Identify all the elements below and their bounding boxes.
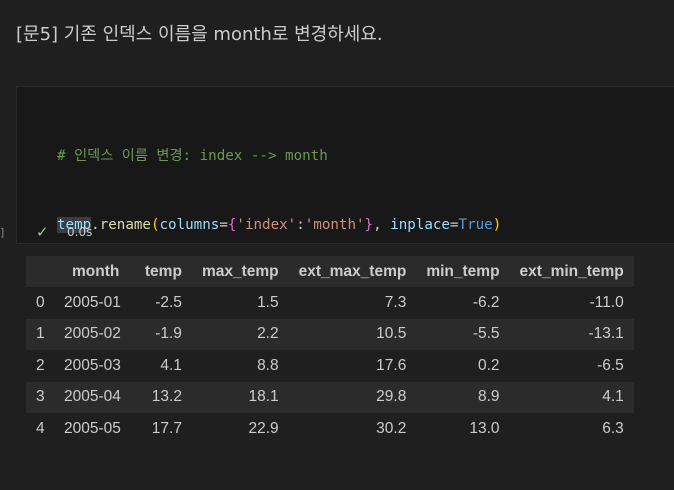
row-index: 2 <box>36 356 45 374</box>
table-cell-month: 2005-04 <box>64 388 121 406</box>
table-cell-ext-max-temp: 29.8 <box>376 388 407 406</box>
table-cell-ext-min-temp: 6.3 <box>602 419 624 437</box>
execution-time: 0.0s <box>67 225 93 239</box>
table-cell-temp: -1.9 <box>155 325 182 343</box>
table-row: 4 2005-05 17.7 22.9 30.2 13.0 6.3 <box>26 412 634 445</box>
table-cell-min-temp: 0.2 <box>477 356 500 374</box>
table-cell-temp: -2.5 <box>155 294 182 312</box>
table-row: 2 2005-03 4.1 8.8 17.6 0.2 -6.5 <box>26 350 634 382</box>
execution-count-bracket: ] <box>0 226 5 239</box>
table-cell-temp: 13.2 <box>151 388 182 406</box>
code-cell[interactable]: # 인덱스 이름 변경: index --> month temp.rename… <box>16 86 674 440</box>
row-index: 4 <box>36 419 45 437</box>
row-index-month: 4 2005-05 <box>26 413 135 444</box>
table-cell-ext-max-temp: 17.6 <box>376 356 407 374</box>
table-cell-min-temp: -6.2 <box>472 294 500 312</box>
check-icon: ✓ <box>36 223 49 241</box>
code-line: # 인덱스 이름 변경: index --> month <box>57 145 501 168</box>
column-header-min-temp: min_temp <box>426 262 500 280</box>
table-cell-min-temp: 8.9 <box>477 388 500 406</box>
output-dataframe: month temp max_temp ext_max_temp min_temp ext… <box>26 256 634 445</box>
row-index: 3 <box>36 388 45 406</box>
table-cell-month: 2005-05 <box>64 419 121 437</box>
table-cell-month: 2005-01 <box>64 294 121 312</box>
row-index-month: 3 2005-04 <box>26 382 135 413</box>
row-index: 0 <box>36 294 45 312</box>
table-cell-temp: 17.7 <box>151 419 182 437</box>
table-cell-ext-min-temp: -11.0 <box>589 294 624 312</box>
table-cell-max-temp: 8.8 <box>257 356 279 374</box>
table-cell-min-temp: 13.0 <box>469 419 500 437</box>
column-header-ext-max-temp: ext_max_temp <box>298 262 407 280</box>
table-cell-ext-min-temp: -6.5 <box>597 356 624 374</box>
row-index: 1 <box>36 325 45 343</box>
column-header-max-temp: max_temp <box>201 262 279 280</box>
table-body: 0 2005-01 -2.5 1.5 7.3 -6.2 -11.0 1 2005-02 -1.9 2… <box>26 287 634 445</box>
column-header-temp: temp <box>144 262 182 280</box>
execution-status: ✓ 0.0s <box>17 220 674 244</box>
table-cell-max-temp: 18.1 <box>248 388 279 406</box>
column-header-ext-min-temp: ext_min_temp <box>519 262 624 280</box>
table-cell-max-temp: 2.2 <box>257 325 279 343</box>
table-cell-min-temp: -5.5 <box>472 325 500 343</box>
code-comment: # 인덱스 이름 변경: index --> month <box>57 148 328 164</box>
table-cell-max-temp: 22.9 <box>248 419 279 437</box>
row-index-month: 2 2005-03 <box>26 350 135 381</box>
row-index-month: 1 2005-02 <box>26 319 135 350</box>
table-row: 1 2005-02 -1.9 2.2 10.5 -5.5 -13.1 <box>26 318 634 351</box>
table-cell-ext-max-temp: 7.3 <box>384 294 407 312</box>
column-header-month: month <box>72 262 120 280</box>
table-row: 3 2005-04 13.2 18.1 29.8 8.9 4.1 <box>26 381 634 413</box>
table-cell-month: 2005-03 <box>64 356 121 374</box>
table-cell-ext-min-temp: -13.1 <box>588 325 624 343</box>
table-row: 0 2005-01 -2.5 1.5 7.3 -6.2 -11.0 <box>26 287 634 319</box>
table-cell-ext-min-temp: 4.1 <box>602 388 624 406</box>
table-cell-ext-max-temp: 30.2 <box>376 419 407 437</box>
table-header-row: month temp max_temp ext_max_temp min_temp ext… <box>26 256 634 288</box>
markdown-heading: [문5] 기존 인덱스 이름을 month로 변경하세요. <box>16 24 383 45</box>
table-cell-month: 2005-02 <box>64 325 121 343</box>
row-index-month: 0 2005-01 <box>26 287 135 318</box>
table-cell-max-temp: 1.5 <box>257 294 279 312</box>
table-cell-ext-max-temp: 10.5 <box>376 325 407 343</box>
table-cell-temp: 4.1 <box>160 356 182 374</box>
